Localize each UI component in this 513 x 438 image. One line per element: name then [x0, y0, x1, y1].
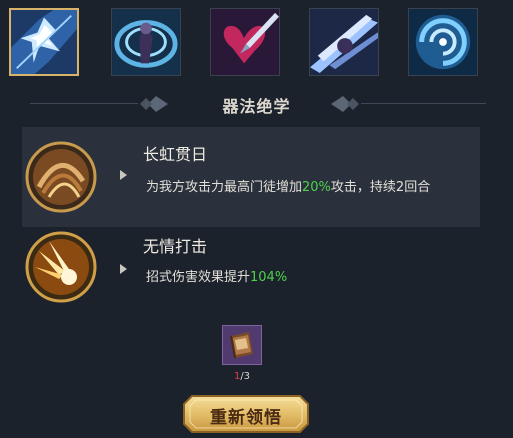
manual-book-icon	[230, 332, 253, 359]
shattered-blade-skill-icon	[11, 10, 77, 74]
skill-slot-5[interactable]	[408, 8, 478, 76]
cost-item[interactable]	[222, 325, 262, 365]
skill-slot-4[interactable]	[309, 8, 379, 76]
section-header: 器法绝学	[0, 84, 513, 124]
ability-name: 长虹贯日	[143, 145, 208, 164]
ability-description: 招式伤害效果提升104%	[146, 270, 288, 285]
expand-arrow-icon	[120, 170, 127, 180]
section-title: 器法绝学	[222, 97, 291, 116]
sword-rush-skill-icon	[310, 9, 378, 75]
ability-description: 为我方攻击力最高门徒增加20%攻击，持续2回合	[146, 180, 431, 195]
ability-row-1[interactable]: 长虹贯日 为我方攻击力最高门徒增加20%攻击，持续2回合	[22, 127, 480, 227]
relearn-button[interactable]: 重新领悟	[182, 394, 310, 434]
ability-emblem	[25, 141, 97, 213]
skill-slot-2[interactable]	[111, 8, 181, 76]
skill-slot-3[interactable]	[210, 8, 280, 76]
expand-arrow-icon	[120, 264, 127, 274]
divider-right	[361, 103, 486, 104]
whirlwind-warrior-skill-icon	[112, 9, 180, 75]
ability-row-2[interactable]: 无情打击 招式伤害效果提升104%	[22, 229, 480, 309]
item-count: 1/3	[233, 371, 251, 382]
ability-name: 无情打击	[143, 237, 208, 256]
relearn-button-label: 重新领悟	[210, 408, 282, 428]
ruthless-strike-icon	[25, 231, 97, 303]
rainbow-strike-icon	[25, 141, 97, 213]
piercing-heart-skill-icon	[211, 9, 279, 75]
ability-emblem	[25, 231, 97, 303]
vortex-skill-icon	[409, 9, 477, 75]
ornament-right-icon	[331, 96, 359, 112]
skill-slot-1[interactable]	[9, 8, 79, 76]
